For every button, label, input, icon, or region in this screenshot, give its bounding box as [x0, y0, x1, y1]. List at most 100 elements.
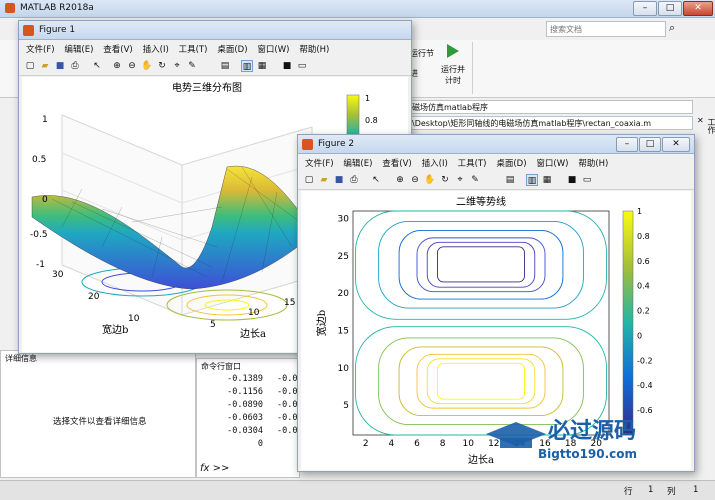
contour-y-tick: 5 — [343, 401, 349, 411]
menu-insert[interactable]: 插入(I) — [415, 155, 448, 169]
search-documentation-input[interactable] — [546, 21, 666, 37]
legend-icon[interactable]: ▦ — [256, 60, 268, 72]
rotate-icon[interactable]: ↻ — [156, 60, 168, 72]
legend-icon[interactable]: ▦ — [541, 174, 553, 186]
colorbar-toggle-icon[interactable]: ▥ — [241, 60, 253, 72]
close-button[interactable]: ✕ — [683, 1, 713, 16]
menu-view[interactable]: 查看(V) — [375, 155, 411, 169]
figure2-close-button[interactable]: ✕ — [662, 137, 690, 152]
command-prompt[interactable]: fx >> — [200, 463, 229, 474]
link-plot-icon[interactable]: ▤ — [219, 60, 231, 72]
dock-icon[interactable]: ▭ — [296, 60, 308, 72]
watermark-text: 必过源码 — [548, 418, 636, 444]
cmd-value: -0.0 — [277, 400, 298, 410]
contour-x-tick: 10 — [462, 439, 474, 449]
y-tick: 30 — [52, 270, 64, 280]
command-output-col2: -0.0 -0.0 -0.0 -0.0 -0.0 — [277, 373, 297, 438]
menu-tools[interactable]: 工具(T) — [451, 155, 487, 169]
menu-edit[interactable]: 编辑(E) — [57, 41, 93, 55]
figure1-titlebar[interactable]: Figure 1 — [19, 21, 411, 40]
menu-insert[interactable]: 插入(I) — [136, 41, 169, 55]
side-panel-tab[interactable]: 工作 — [706, 118, 715, 134]
new-figure-icon[interactable]: ▢ — [303, 174, 315, 186]
contour-colorbar-ticks: 10.80.60.40.20-0.2-0.4-0.6 — [637, 207, 653, 415]
watermark-url: Bigtto190.com — [538, 447, 637, 461]
colorbar-toggle-icon[interactable]: ▥ — [526, 174, 538, 186]
zoom-out-icon[interactable]: ⊖ — [126, 60, 138, 72]
colorbar-tick: 0.8 — [637, 232, 650, 241]
pointer-icon[interactable]: ↖ — [91, 60, 103, 72]
figure-icon — [23, 25, 34, 36]
figure1-toolbar: ▢ ▰ ■ ⎙ ↖ ⊕ ⊖ ✋ ↻ ⌖ ✎ ▤ ▥ ▦ ■ ▭ — [19, 58, 411, 76]
pan-icon[interactable]: ✋ — [424, 174, 436, 186]
link-plot-icon[interactable]: ▤ — [504, 174, 516, 186]
figure2-menubar: 文件(F) 编辑(E) 查看(V) 插入(I) 工具(T) 桌面(D) 窗口(W… — [298, 155, 694, 171]
zoom-out-icon[interactable]: ⊖ — [409, 174, 421, 186]
contour-axes-box — [352, 210, 610, 436]
menu-window[interactable]: 窗口(W) — [529, 155, 568, 169]
run-section-button[interactable]: 运行节 — [410, 48, 434, 59]
x-tick: 15 — [284, 298, 295, 308]
colorbar-tick: 1 — [365, 94, 370, 103]
dock-icon[interactable]: ▭ — [581, 174, 593, 186]
rotate-icon[interactable]: ↻ — [439, 174, 451, 186]
menu-edit[interactable]: 编辑(E) — [336, 155, 372, 169]
open-file-icon[interactable]: ▰ — [39, 60, 51, 72]
save-icon[interactable]: ■ — [333, 174, 345, 186]
minimize-button[interactable]: – — [633, 1, 657, 16]
status-row-label: 行 — [624, 487, 633, 497]
print-icon[interactable]: ⎙ — [69, 60, 81, 72]
colorbar-tick: 0.8 — [365, 116, 378, 125]
figure2-minimize-button[interactable]: – — [616, 137, 638, 152]
new-figure-icon[interactable]: ▢ — [24, 60, 36, 72]
menu-help[interactable]: 帮助(H) — [292, 41, 329, 55]
editor-path-bar[interactable]: \Desktop\矩形同轴线的电磁场仿真matlab程序\rectan_coax… — [408, 116, 693, 130]
hide-tools-icon[interactable]: ■ — [281, 60, 293, 72]
pan-icon[interactable]: ✋ — [141, 60, 153, 72]
status-row-value: 1 — [648, 485, 654, 495]
hide-tools-icon[interactable]: ■ — [566, 174, 578, 186]
figure1-menubar: 文件(F) 编辑(E) 查看(V) 插入(I) 工具(T) 桌面(D) 窗口(W… — [19, 41, 411, 57]
matlab-titlebar[interactable]: MATLAB R2018a – □ ✕ — [0, 0, 715, 18]
cmd-value: -0.1156 — [227, 387, 263, 397]
save-icon[interactable]: ■ — [54, 60, 66, 72]
figure2-maximize-button[interactable]: □ — [639, 137, 661, 152]
contour-y-tick: 30 — [338, 214, 350, 224]
run-and-time-button[interactable]: 运行并 计时 — [436, 64, 470, 86]
contour-colorbar[interactable] — [622, 210, 634, 436]
z-axis-ticks: 1 0.5 0 -0.5 -1 — [30, 115, 48, 270]
cmd-value: -0.0 — [277, 374, 298, 384]
print-icon[interactable]: ⎙ — [348, 174, 360, 186]
zoom-in-icon[interactable]: ⊕ — [111, 60, 123, 72]
surface-ylabel: 宽边b — [102, 323, 128, 336]
menu-help[interactable]: 帮助(H) — [571, 155, 608, 169]
contour-y-tick: 20 — [338, 289, 350, 299]
command-window[interactable]: 命令行窗口 -0.1389 -0.1156 -0.0890 -0.0603 -0… — [196, 358, 300, 478]
menu-window[interactable]: 窗口(W) — [250, 41, 289, 55]
maximize-button[interactable]: □ — [658, 1, 682, 16]
cmd-value: -0.0 — [277, 413, 298, 423]
data-cursor-icon[interactable]: ⌖ — [171, 60, 183, 72]
menu-file[interactable]: 文件(F) — [298, 155, 334, 169]
pointer-icon[interactable]: ↖ — [370, 174, 382, 186]
menu-file[interactable]: 文件(F) — [19, 41, 55, 55]
data-cursor-icon[interactable]: ⌖ — [454, 174, 466, 186]
menu-view[interactable]: 查看(V) — [96, 41, 132, 55]
address-bar[interactable]: 磁场仿真matlab程序 — [408, 100, 693, 114]
x-tick: 10 — [248, 308, 260, 318]
menu-desktop[interactable]: 桌面(D) — [489, 155, 526, 169]
zoom-in-icon[interactable]: ⊕ — [394, 174, 406, 186]
figure2-title: Figure 2 — [318, 139, 355, 149]
menu-tools[interactable]: 工具(T) — [172, 41, 208, 55]
brush-icon[interactable]: ✎ — [469, 174, 481, 186]
search-icon[interactable]: ⌕ — [669, 21, 683, 35]
open-file-icon[interactable]: ▰ — [318, 174, 330, 186]
menu-desktop[interactable]: 桌面(D) — [210, 41, 247, 55]
window-title: MATLAB R2018a — [20, 3, 94, 13]
run-and-time-icon[interactable] — [443, 42, 461, 60]
brush-icon[interactable]: ✎ — [186, 60, 198, 72]
close-editor-icon[interactable]: ✕ — [697, 116, 704, 125]
z-tick: -1 — [36, 260, 45, 270]
figure1-title: Figure 1 — [39, 25, 76, 35]
figure2-titlebar[interactable]: Figure 2 – □ ✕ — [298, 135, 694, 154]
